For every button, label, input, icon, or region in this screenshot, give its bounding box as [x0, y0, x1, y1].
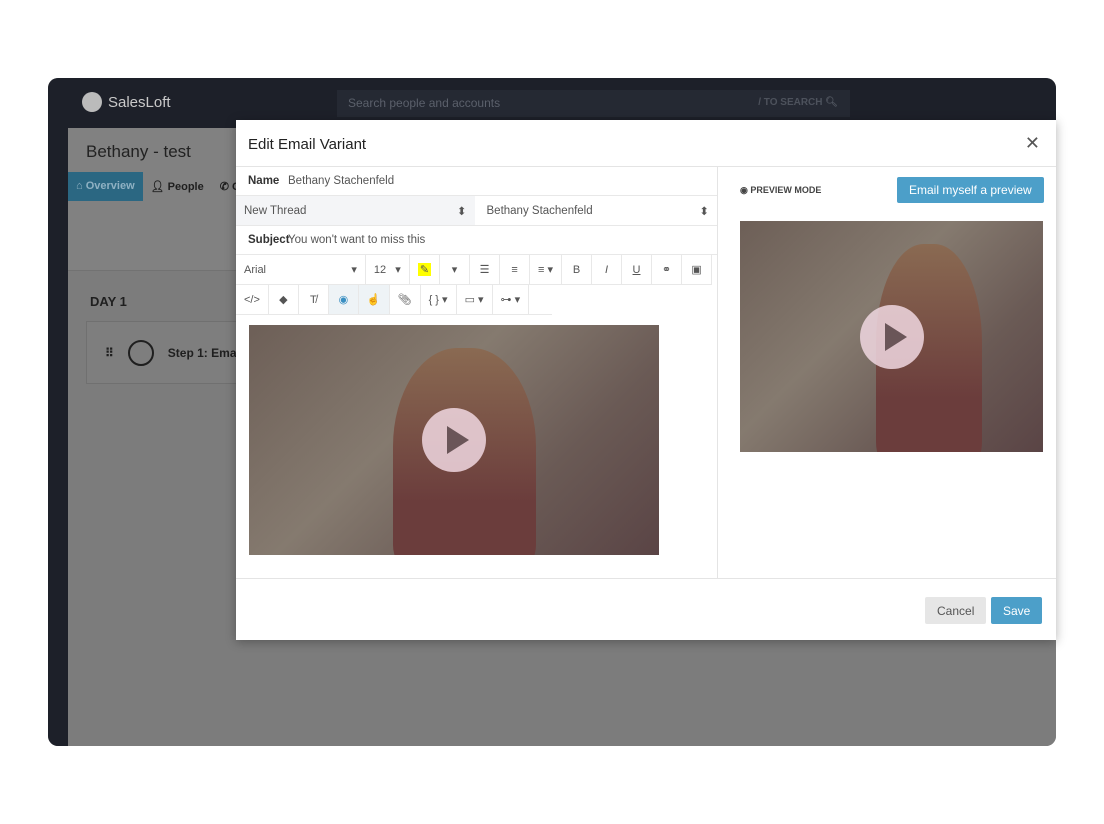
email-icon — [127, 339, 154, 366]
highlight-dropdown[interactable]: ▾ — [440, 255, 471, 284]
preview-mode-label: ◉ PREVIEW MODE — [740, 185, 822, 195]
logo[interactable]: SalesLoft — [82, 92, 171, 112]
attachment-icon[interactable]: 📎︎ — [390, 285, 421, 314]
link-icon[interactable]: ⚭ — [652, 255, 683, 284]
video-thumbnail[interactable] — [249, 325, 659, 555]
play-icon[interactable] — [859, 304, 924, 369]
snippet-icon[interactable]: ⊶ ▾ — [493, 285, 530, 314]
search-icon: 🔍︎ — [825, 97, 838, 108]
image-icon[interactable]: ▣ — [682, 255, 713, 284]
editor-panel: Name Bethany Stachenfeld New Thread ⬍ Beth… — [236, 167, 718, 578]
edit-email-variant-modal: Edit Email Variant ✕ Name Bethany Stachenf… — [236, 120, 1056, 640]
drag-handle-icon[interactable]: ⠿ — [105, 346, 114, 360]
pointer-icon[interactable]: ☝ — [358, 285, 390, 314]
email-preview-button[interactable]: Email myself a preview — [897, 177, 1044, 203]
modal-footer: Cancel Save — [236, 578, 1056, 640]
search-placeholder: Search people and accounts — [348, 96, 501, 110]
underline-icon[interactable]: U — [622, 255, 653, 284]
sender-select[interactable]: Bethany Stachenfeld ⬍ — [475, 196, 718, 225]
subject-field[interactable]: You won't want to miss this — [288, 234, 425, 246]
toolbar-row-1: Arial ▾ 12 ▾ ✎ ▾ ☰ ≡ ≡ ▾ B I U ⚭ ▣ — [236, 255, 713, 285]
code-icon[interactable]: </> — [236, 285, 269, 314]
logo-icon — [82, 92, 102, 112]
bullet-list-icon[interactable]: ☰ — [470, 255, 501, 284]
tabs: ⌂ Overview 👤︎ People ✆ C — [68, 172, 248, 201]
preview-panel: ◉ PREVIEW MODE Email myself a preview — [718, 167, 1056, 578]
align-icon[interactable]: ≡ ▾ — [530, 255, 563, 284]
bold-icon[interactable]: B — [562, 255, 593, 284]
eye-icon[interactable]: ◉ — [328, 285, 359, 314]
italic-icon[interactable]: I — [592, 255, 623, 284]
subject-label: Subject — [248, 234, 290, 246]
sidebar — [48, 128, 68, 746]
clear-format-icon[interactable]: T̸ — [299, 285, 329, 314]
modal-title: Edit Email Variant — [248, 136, 367, 153]
name-label: Name — [248, 175, 280, 187]
cancel-button[interactable]: Cancel — [925, 597, 987, 624]
search-input[interactable]: Search people and accounts / TO SEARCH 🔍︎ — [337, 90, 850, 117]
step-label: Step 1: Ema — [167, 345, 237, 360]
tab-overview[interactable]: ⌂ Overview — [68, 172, 143, 201]
name-field[interactable]: Bethany Stachenfeld — [288, 175, 394, 187]
search-hint: / TO SEARCH 🔍︎ — [758, 97, 838, 108]
calendar-icon[interactable]: ▭ ▾ — [457, 285, 493, 314]
tab-people[interactable]: 👤︎ People — [143, 172, 212, 201]
thread-select[interactable]: New Thread ⬍ — [236, 196, 475, 225]
save-button[interactable]: Save — [991, 597, 1042, 624]
eraser-icon[interactable]: ◆ — [269, 285, 299, 314]
sort-icon: ⬍ — [456, 205, 467, 218]
font-size-select[interactable]: 12 ▾ — [366, 255, 410, 284]
play-icon[interactable] — [422, 408, 486, 472]
font-select[interactable]: Arial ▾ — [236, 255, 366, 284]
page-title: Bethany - test — [86, 142, 191, 161]
toolbar-row-2: </> ◆ T̸ ◉ ☝ 📎︎ { } ▾ ▭ ▾ ⊶ ▾ — [236, 285, 552, 315]
highlight-icon[interactable]: ✎ — [410, 255, 441, 284]
preview-video-thumbnail[interactable] — [740, 221, 1043, 452]
numbered-list-icon[interactable]: ≡ — [500, 255, 531, 284]
sort-icon: ⬍ — [699, 205, 709, 218]
brand-name: SalesLoft — [108, 93, 171, 111]
close-icon[interactable]: ✕ — [1025, 133, 1040, 154]
variables-icon[interactable]: { } ▾ — [421, 285, 457, 314]
day-label: DAY 1 — [90, 294, 127, 309]
